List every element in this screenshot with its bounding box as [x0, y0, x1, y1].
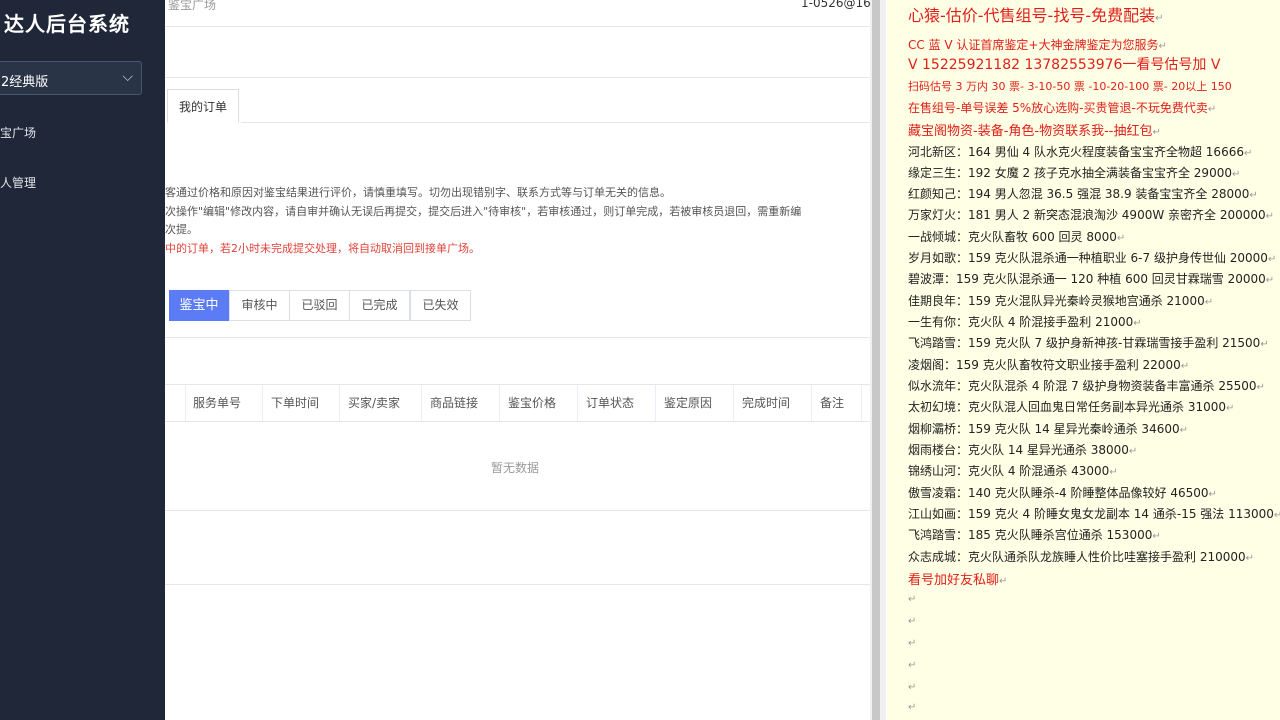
listing-line: 太初幻境：克火队混人回血鬼日常任务副本异光通杀 31000↵	[908, 400, 1235, 414]
divider	[165, 337, 870, 338]
tab-rejected[interactable]: 已驳回	[289, 290, 350, 321]
listing-line: 一战倾城：克火队畜牧 600 回灵 8000↵	[908, 230, 1126, 244]
listing-line: 烟雨楼台：克火队 14 星异光通杀 38000↵	[908, 443, 1138, 457]
notes-red-line: CC 蓝 V 认证首席鉴定+大神金牌鉴定为您服务↵	[908, 38, 1167, 52]
breadcrumb[interactable]: 鉴宝广场	[168, 0, 216, 13]
user-account[interactable]: 1-0526@16	[801, 0, 870, 10]
column-header: 买家/卖家	[340, 385, 422, 421]
listing-line: 飞鸿踏雪：185 克火队睡杀宫位通杀 153000↵	[908, 528, 1161, 542]
main-content: 鉴宝广场 1-0526@16 我的订单 客通过价格和原因对鉴宝结果进行评价，请慎…	[165, 0, 870, 720]
listing-line: 似水流年：克火队混杀 4 阶混 7 级护身物资装备丰富通杀 25500↵	[908, 379, 1265, 393]
table-header-bottom	[165, 421, 870, 422]
sidebar-item-appraisal-square[interactable]: 宝广场	[0, 124, 36, 141]
notes-red-line: 扫码估号 3 万内 30 票- 3-10-50 票 -10-20-100 票- …	[908, 80, 1232, 93]
sidebar: 达人后台系统 2经典版 ⌵ 宝广场 人管理	[0, 0, 165, 720]
listing-line: 众志成城：克火队通杀队龙族睡人性价比哇塞接手盈利 210000↵	[908, 550, 1255, 564]
notes-footer: 看号加好友私聊↵	[908, 573, 1008, 588]
column-header: 服务单号	[185, 385, 263, 421]
listing-line: 佳期良年：159 克火混队异光秦岭灵猴地宫通杀 21000↵	[908, 294, 1214, 308]
paragraph-mark: ↵	[908, 638, 917, 649]
listing-line: 一生有你：克火队 4 阶混接手盈利 21000↵	[908, 315, 1142, 329]
notice-line: 次提。	[165, 223, 198, 236]
column-header: 鉴定原因	[656, 385, 734, 421]
listing-line: 河北新区：164 男仙 4 队水克火程度装备宝宝齐全物超 16666↵	[908, 145, 1253, 159]
tab-appraising[interactable]: 鉴宝中	[169, 290, 229, 321]
listing-line: 锦绣山河：克火队 4 阶混通杀 43000↵	[908, 464, 1118, 478]
listing-line: 飞鸿踏雪：159 克火队 7 级护身新神孩-甘霖瑞雪接手盈利 21500↵	[908, 336, 1269, 350]
notice-line: 客通过价格和原因对鉴宝结果进行评价，请慎重填写。切勿出现错别字、联系方式等与订单…	[165, 186, 671, 199]
column-header: 订单状态	[578, 385, 656, 421]
table-select-column	[165, 385, 186, 421]
paragraph-mark: ↵	[908, 682, 917, 693]
column-header: 商品链接	[422, 385, 500, 421]
listing-line: 凌烟阁：159 克火队畜牧符文职业接手盈利 22000↵	[908, 358, 1190, 372]
listing-line: 万家灯火：181 男人 2 新突态混浪淘沙 4900W 亲密齐全 200000↵	[908, 208, 1275, 222]
divider	[165, 584, 870, 585]
paragraph-mark: ↵	[908, 616, 917, 627]
paragraph-mark: ↵	[908, 594, 917, 605]
version-select[interactable]: 2经典版 ⌵	[0, 61, 142, 95]
notice-line: 次操作"编辑"修改内容，请自审并确认无误后再提交，提交后进入"待审核"，若审核通…	[165, 205, 802, 218]
listing-line: 碧波潭：159 克火队混杀通一 120 种植 600 回灵甘霖瑞雪 20000↵	[908, 272, 1275, 286]
column-header: 鉴宝价格	[500, 385, 578, 421]
divider	[241, 122, 870, 123]
chevron-down-icon: ⌵	[122, 69, 133, 85]
listing-line: 江山如画：159 克火 4 阶睡女鬼女龙副本 14 通杀-15 强法 11300…	[908, 507, 1280, 521]
notice-warning: 中的订单，若2小时未完成提交处理，将自动取消回到接单广场。	[165, 242, 480, 255]
notes-red-line: 藏宝阁物资-装备-角色-物资联系我--抽红包↵	[908, 124, 1161, 139]
notes-heading: 心猿-估价-代售组号-找号-免费配装↵	[908, 6, 1164, 25]
paragraph-mark: ↵	[908, 702, 917, 713]
listing-line: 缘定三生：192 女魔 2 孩子克水抽全满装备宝宝齐全 29000↵	[908, 166, 1241, 180]
tab-expired[interactable]: 已失效	[410, 290, 471, 321]
tab-reviewing[interactable]: 审核中	[229, 290, 290, 321]
notes-red-line: 在售组号-单号误差 5%放心选购-买贵管退-不玩免费代卖↵	[908, 101, 1217, 115]
version-select-value: 2经典版	[1, 75, 49, 90]
paragraph-mark: ↵	[908, 660, 917, 671]
listing-line: 岁月如歌：159 克火队混杀通一种植职业 6-7 级护身传世仙 20000↵	[908, 251, 1277, 265]
divider	[165, 26, 870, 27]
tab-completed[interactable]: 已完成	[349, 290, 410, 321]
divider	[165, 510, 870, 511]
listing-line: 红颜知己：194 男人忽混 36.5 强混 38.9 装备宝宝齐全 28000↵	[908, 187, 1258, 201]
listing-line: 傲雪凌霜：140 克火队睡杀-4 阶睡整体品像较好 46500↵	[908, 486, 1217, 500]
scrollbar[interactable]	[872, 0, 880, 720]
divider	[165, 77, 870, 78]
column-header: 完成时间	[734, 385, 812, 421]
empty-state: 暂无数据	[491, 461, 540, 475]
tab-my-orders[interactable]: 我的订单	[167, 89, 239, 123]
column-header: 备注	[812, 385, 862, 421]
system-title: 达人后台系统	[4, 12, 130, 36]
column-header: 下单时间	[263, 385, 340, 421]
sidebar-item-personal-management[interactable]: 人管理	[0, 174, 36, 191]
notes-document: 心猿-估价-代售组号-找号-免费配装↵ CC 蓝 V 认证首席鉴定+大神金牌鉴定…	[887, 0, 1280, 720]
notes-contact-line: V 15225921182 13782553976一看号估号加 V	[908, 57, 1221, 73]
listing-line: 烟柳灞桥：159 克火队 14 星异光秦岭通杀 34600↵	[908, 422, 1188, 436]
